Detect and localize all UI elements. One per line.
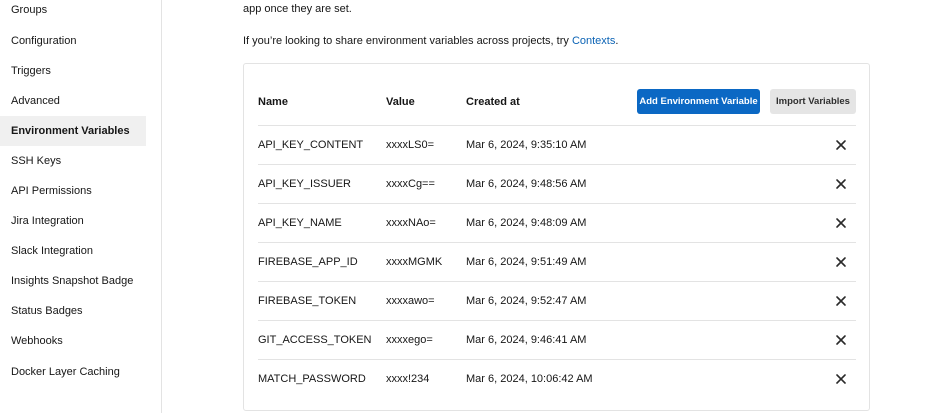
sidebar-item-advanced[interactable]: Advanced — [0, 86, 146, 116]
close-icon[interactable] — [834, 177, 848, 191]
row-name: GIT_ACCESS_TOKEN — [258, 334, 372, 346]
env-vars-card: Name Value Created at Add Environment Va… — [243, 63, 870, 411]
row-value: xxxxego= — [386, 334, 433, 346]
sidebar-item-groups[interactable]: Groups — [0, 0, 146, 25]
row-created: Mar 6, 2024, 9:48:09 AM — [466, 217, 587, 229]
contexts-hint: If you’re looking to share environment v… — [243, 35, 618, 47]
contexts-hint-prefix: If you’re looking to share environment v… — [243, 35, 572, 47]
table-row: FIREBASE_TOKEN xxxxawo= Mar 6, 2024, 9:5… — [258, 281, 856, 320]
column-header-name: Name — [258, 96, 288, 108]
contexts-link[interactable]: Contexts — [572, 35, 615, 47]
table-row: GIT_ACCESS_TOKEN xxxxego= Mar 6, 2024, 9… — [258, 320, 856, 359]
row-created: Mar 6, 2024, 9:48:56 AM — [466, 178, 587, 190]
row-value: xxxxLS0= — [386, 139, 434, 151]
close-icon[interactable] — [834, 372, 848, 386]
sidebar-item-status-badges[interactable]: Status Badges — [0, 296, 146, 326]
close-icon[interactable] — [834, 138, 848, 152]
row-value: xxxxNAo= — [386, 217, 436, 229]
table-row: MATCH_PASSWORD xxxx!234 Mar 6, 2024, 10:… — [258, 359, 856, 398]
sidebar-item-docker-layer-caching[interactable]: Docker Layer Caching — [0, 357, 146, 387]
row-name: FIREBASE_APP_ID — [258, 256, 358, 268]
sidebar-item-api-permissions[interactable]: API Permissions — [0, 176, 146, 206]
row-value: xxxxCg== — [386, 178, 435, 190]
settings-sidebar: Groups Configuration Triggers Advanced E… — [0, 0, 162, 413]
row-name: API_KEY_NAME — [258, 217, 342, 229]
close-icon[interactable] — [834, 255, 848, 269]
column-header-value: Value — [386, 96, 415, 108]
row-name: API_KEY_CONTENT — [258, 139, 364, 151]
table-row: API_KEY_NAME xxxxNAo= Mar 6, 2024, 9:48:… — [258, 203, 856, 242]
close-icon[interactable] — [834, 294, 848, 308]
close-icon[interactable] — [834, 333, 848, 347]
sidebar-item-ssh-keys[interactable]: SSH Keys — [0, 146, 146, 176]
column-header-created: Created at — [466, 96, 520, 108]
row-created: Mar 6, 2024, 10:06:42 AM — [466, 373, 593, 385]
sidebar-item-slack-integration[interactable]: Slack Integration — [0, 236, 146, 266]
row-value: xxxxawo= — [386, 295, 435, 307]
sidebar-item-insights-snapshot-badge[interactable]: Insights Snapshot Badge — [0, 266, 146, 296]
add-environment-variable-button[interactable]: Add Environment Variable — [637, 89, 760, 114]
row-created: Mar 6, 2024, 9:46:41 AM — [466, 334, 587, 346]
row-created: Mar 6, 2024, 9:35:10 AM — [466, 139, 587, 151]
contexts-hint-suffix: . — [615, 35, 619, 47]
sidebar-item-configuration[interactable]: Configuration — [0, 26, 146, 56]
import-variables-button[interactable]: Import Variables — [770, 89, 856, 114]
sidebar-item-jira-integration[interactable]: Jira Integration — [0, 206, 146, 236]
close-icon[interactable] — [834, 216, 848, 230]
row-created: Mar 6, 2024, 9:51:49 AM — [466, 256, 587, 268]
table-row: API_KEY_CONTENT xxxxLS0= Mar 6, 2024, 9:… — [258, 125, 856, 164]
row-name: FIREBASE_TOKEN — [258, 295, 357, 307]
row-value: xxxx!234 — [386, 373, 430, 385]
table-row: API_KEY_ISSUER xxxxCg== Mar 6, 2024, 9:4… — [258, 164, 856, 203]
sidebar-item-triggers[interactable]: Triggers — [0, 56, 146, 86]
row-name: MATCH_PASSWORD — [258, 373, 366, 385]
table-row: FIREBASE_APP_ID xxxxMGMK Mar 6, 2024, 9:… — [258, 242, 856, 281]
row-name: API_KEY_ISSUER — [258, 178, 351, 190]
row-value: xxxxMGMK — [386, 256, 443, 268]
sidebar-item-webhooks[interactable]: Webhooks — [0, 326, 146, 356]
sidebar-item-environment-variables[interactable]: Environment Variables — [0, 116, 146, 146]
intro-text: app once they are set. — [243, 3, 352, 15]
row-created: Mar 6, 2024, 9:52:47 AM — [466, 295, 587, 307]
